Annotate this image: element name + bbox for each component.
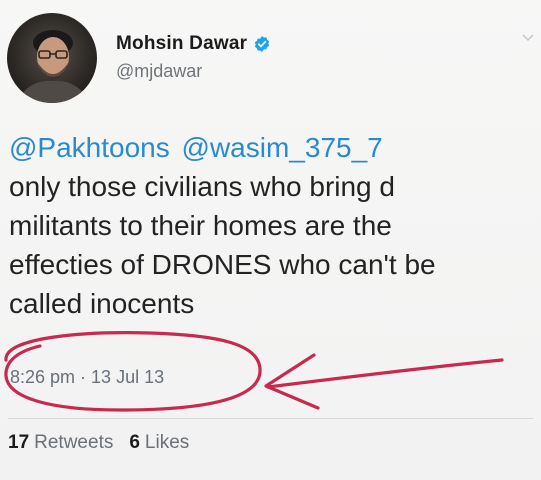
tweet-card: Mohsin Dawar @mjdawar @Pakhtoons @wasim_… bbox=[0, 0, 541, 480]
timestamp-separator: · bbox=[80, 367, 87, 387]
stats-divider bbox=[8, 418, 533, 419]
tweet-stats: 17 Retweets 6 Likes bbox=[8, 432, 189, 454]
author-handle[interactable]: @mjdawar bbox=[116, 61, 202, 82]
likes-label: Likes bbox=[144, 432, 190, 453]
likes-stat[interactable]: 6 Likes bbox=[129, 432, 189, 454]
mention-link[interactable]: @Pakhtoons bbox=[9, 132, 170, 163]
tweet-text-line: only those civilians who bring d bbox=[9, 171, 395, 202]
mention-link[interactable]: @wasim_375_7 bbox=[182, 132, 383, 163]
retweets-stat[interactable]: 17 Retweets bbox=[8, 432, 113, 454]
retweets-count: 17 bbox=[8, 432, 30, 453]
verified-badge-icon bbox=[253, 35, 271, 53]
tweet-timestamp[interactable]: 8:26 pm · 13 Jul 13 bbox=[10, 367, 164, 388]
author-row: Mohsin Dawar bbox=[116, 33, 271, 55]
annotation-arrow-head bbox=[264, 353, 320, 410]
author-display-name[interactable]: Mohsin Dawar bbox=[116, 33, 247, 55]
likes-count: 6 bbox=[129, 432, 140, 453]
tweet-text-line: called inocents bbox=[9, 288, 195, 319]
avatar[interactable] bbox=[7, 13, 97, 103]
tweet-text-line: militants to their homes are the bbox=[9, 210, 392, 241]
annotation-arrow-shaft bbox=[266, 358, 504, 389]
mentions-line: @Pakhtoons @wasim_375_7 bbox=[9, 128, 539, 167]
tweet-date: 13 Jul 13 bbox=[91, 367, 165, 387]
tweet-body: @Pakhtoons @wasim_375_7 only those civil… bbox=[9, 128, 539, 323]
retweets-label: Retweets bbox=[34, 432, 114, 453]
profile-photo-icon bbox=[16, 30, 90, 103]
chevron-down-icon[interactable] bbox=[521, 30, 535, 44]
tweet-time: 8:26 pm bbox=[10, 367, 76, 387]
tweet-text-line: effecties of DRONES who can't be bbox=[9, 249, 436, 280]
